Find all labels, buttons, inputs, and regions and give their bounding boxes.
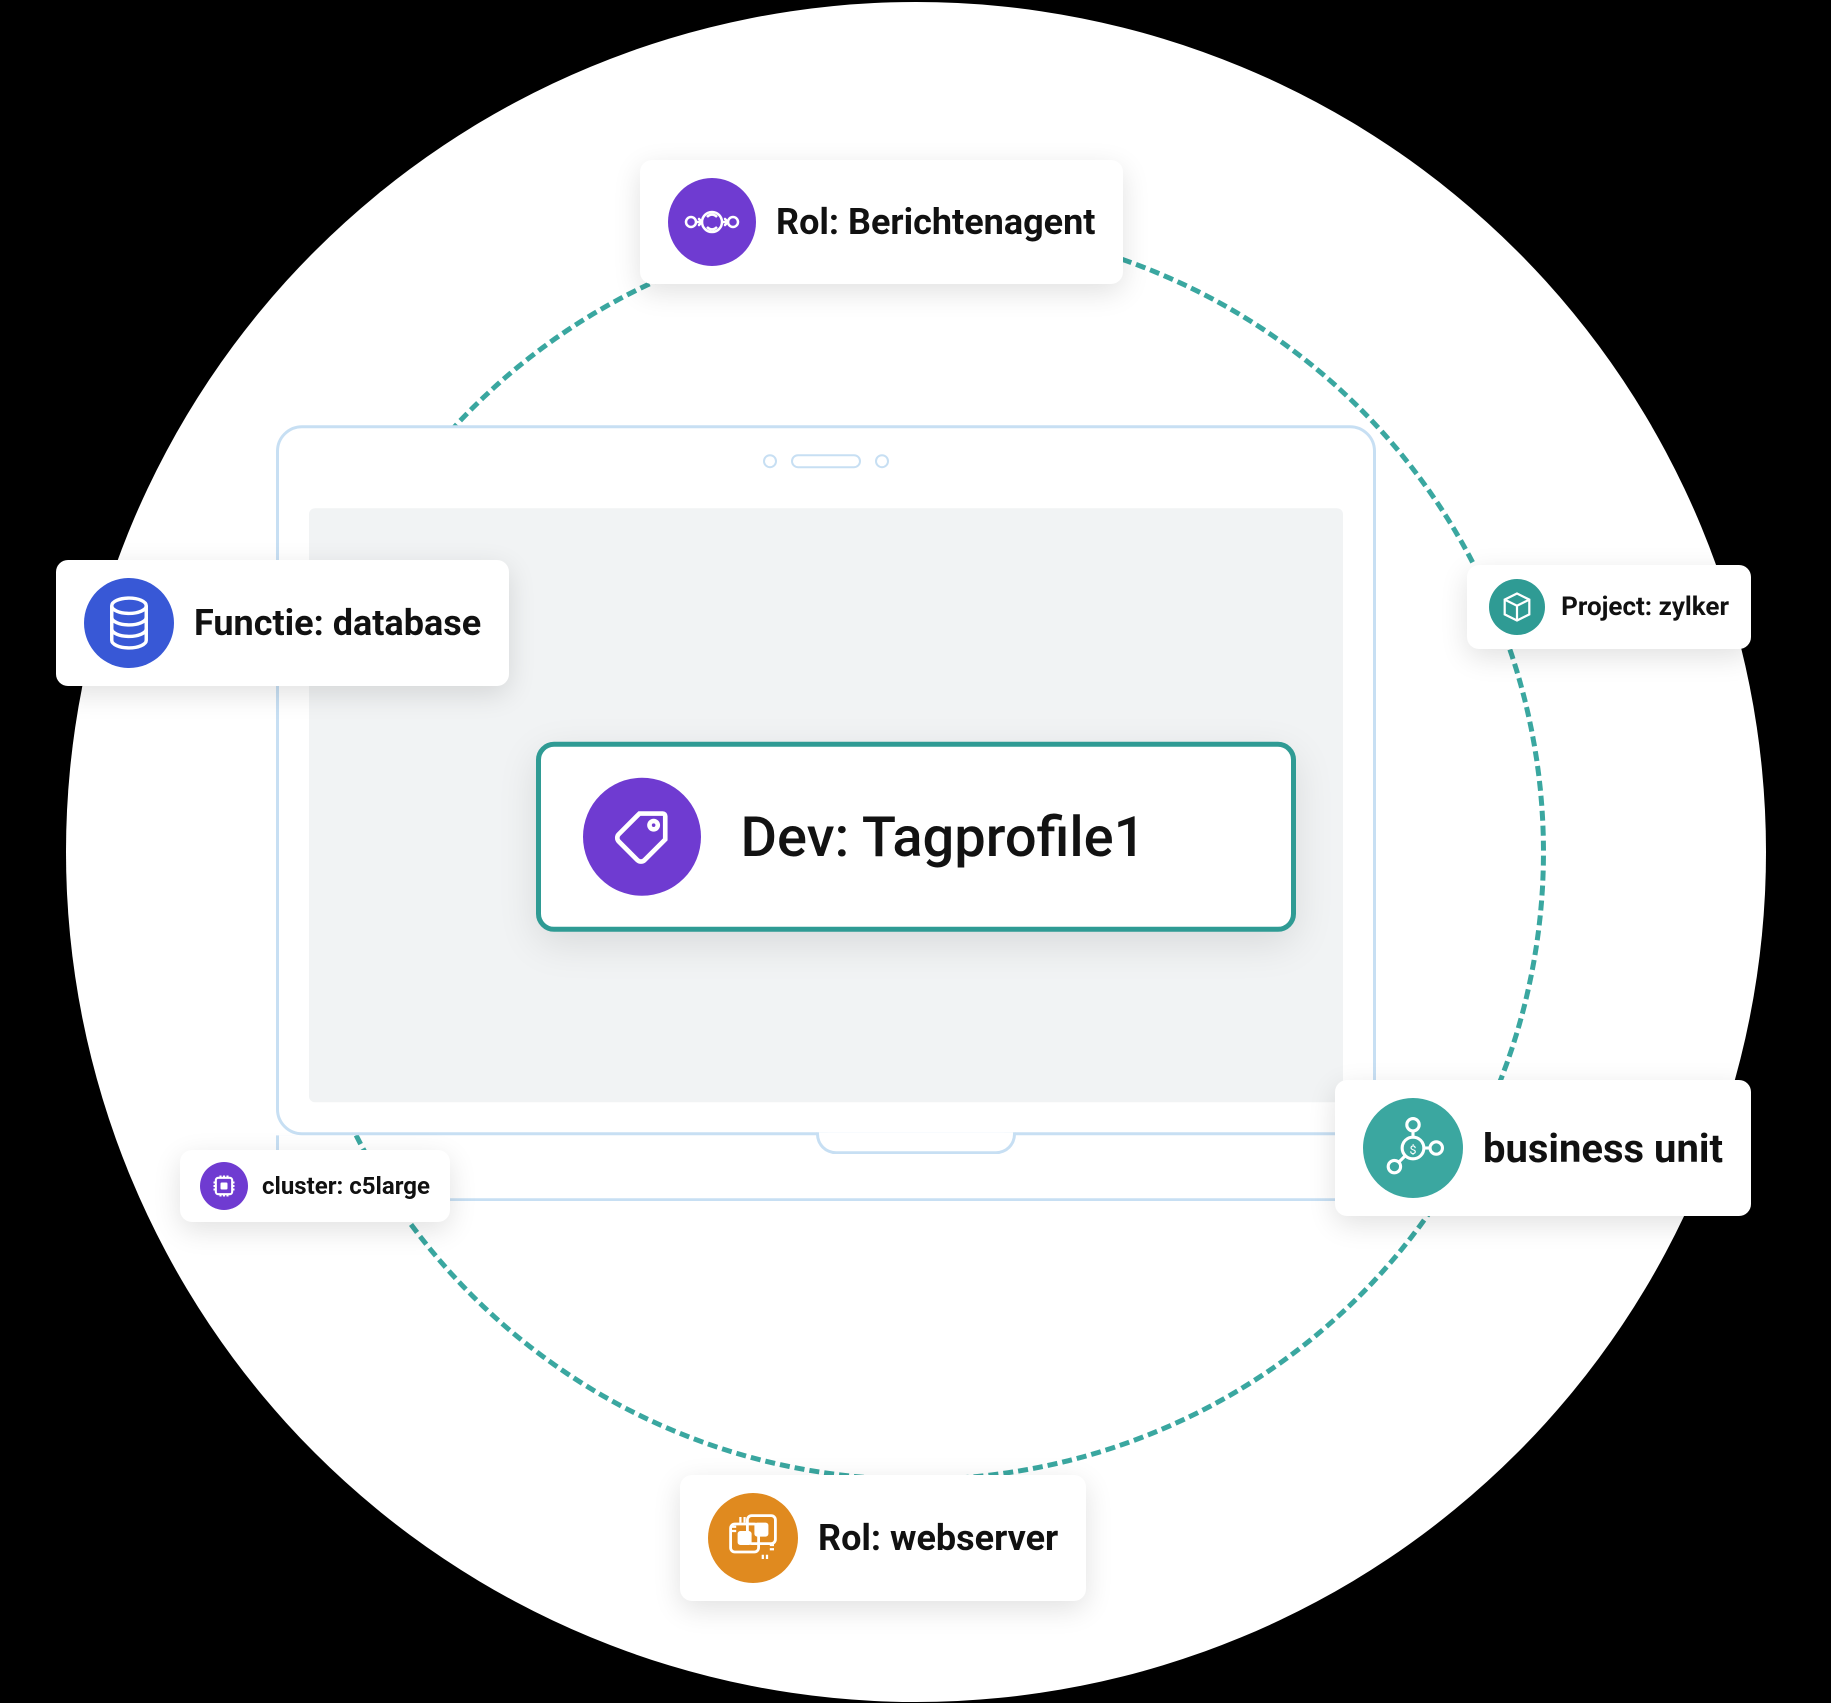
card-label: Project: zylker — [1561, 592, 1729, 622]
camera-dot-icon — [875, 454, 889, 468]
card-label: business unit — [1483, 1125, 1723, 1172]
camera-dot-icon — [763, 454, 777, 468]
network-icon: $ — [1363, 1098, 1463, 1198]
camera-slot-icon — [791, 454, 861, 468]
cube-icon — [1489, 579, 1545, 635]
card-business-unit: $ business unit — [1335, 1080, 1751, 1216]
card-label: Rol: Berichtenagent — [776, 201, 1095, 243]
card-label: Functie: database — [194, 602, 481, 644]
card-role-berichtenagent: Rol: Berichtenagent — [640, 160, 1123, 284]
center-tag-card: Dev: Tagprofile1 — [536, 741, 1296, 931]
servers-icon — [708, 1493, 798, 1583]
laptop-camera-bar — [763, 454, 889, 468]
svg-text:$: $ — [1409, 1143, 1416, 1158]
diagram-stage: Dev: Tagprofile1 Rol: Berichtenagent — [0, 0, 1831, 1703]
flow-icon — [668, 178, 756, 266]
card-project-zylker: Project: zylker — [1467, 565, 1751, 649]
center-tag-label: Dev: Tagprofile1 — [741, 803, 1146, 869]
chip-icon — [200, 1162, 248, 1210]
tag-icon — [583, 777, 701, 895]
card-role-webserver: Rol: webserver — [680, 1475, 1086, 1601]
database-icon — [84, 578, 174, 668]
card-label: cluster: c5large — [262, 1172, 430, 1200]
card-cluster-c5large: cluster: c5large — [180, 1150, 450, 1222]
laptop-notch — [816, 1132, 1016, 1154]
card-functie-database: Functie: database — [56, 560, 509, 686]
card-label: Rol: webserver — [818, 1517, 1058, 1559]
